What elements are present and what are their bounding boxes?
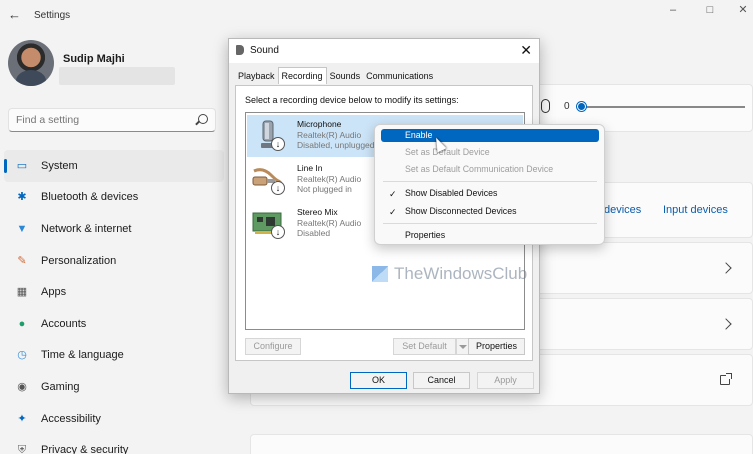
tab-communications[interactable]: Communications [363,69,436,84]
volume-level: 0 [564,101,570,112]
sidebar-item-accessibility[interactable]: ✦ Accessibility [0,403,225,435]
avatar[interactable] [8,40,54,86]
ok-button[interactable]: OK [350,372,407,389]
settings-titlebar: ← Settings – □ ✕ [0,0,753,32]
down-arrow-icon: ↓ [271,137,285,151]
tab-playback[interactable]: Playback [235,69,278,84]
checkmark-icon: ✓ [389,207,397,217]
menu-separator [383,223,597,224]
search-icon[interactable] [198,114,208,124]
sidebar-item-apps[interactable]: ▦ Apps [0,276,225,308]
checkmark-icon: ✓ [389,189,397,199]
cancel-button[interactable]: Cancel [413,372,470,389]
menu-item-show-disabled[interactable]: ✓ Show Disabled Devices [381,187,599,200]
dialog-title: Sound [250,45,279,56]
output-devices-link[interactable]: devices [604,204,641,216]
sidebar-item-system[interactable]: ▭ System [4,150,224,182]
search-input[interactable] [9,109,189,131]
sidebar-item-personalization[interactable]: ✎ Personalization [0,245,225,277]
gamepad-icon: ◉ [17,380,27,393]
device-name: Line In [297,163,323,173]
device-status: Disabled [297,228,331,238]
watermark-text: TheWindowsClub [394,264,528,283]
setting-row-card[interactable] [250,434,753,454]
apps-icon: ▦ [16,286,28,299]
sidebar-item-privacy[interactable]: ⛨ Privacy & security [0,434,225,454]
tab-recording[interactable]: Recording [277,67,327,84]
speaker-icon [236,45,244,55]
sidebar-item-label: Accounts [41,317,87,330]
thewindowsclub-logo-icon [372,266,388,282]
sidebar-nav: ▭ System ✱ Bluetooth & devices ▼ Network… [0,150,225,454]
menu-item-show-disconnected[interactable]: ✓ Show Disconnected Devices [381,205,599,218]
tab-sounds[interactable]: Sounds [327,69,364,84]
menu-item-set-default-communication[interactable]: Set as Default Communication Device [381,163,599,176]
menu-item-label: Show Disconnected Devices [405,206,517,216]
person-icon: ● [18,317,26,330]
device-driver: Realtek(R) Audio [297,217,362,228]
set-default-button[interactable]: Set Default [393,338,456,355]
wifi-icon: ▼ [16,222,28,235]
menu-item-set-default-device[interactable]: Set as Default Device [381,146,599,159]
sidebar-item-label: Gaming [41,380,80,393]
search-box[interactable] [8,108,216,132]
device-status: Disabled, unplugged [297,140,375,150]
sidebar-item-label: Personalization [41,254,117,267]
device-status: Not plugged in [297,184,352,194]
dialog-tabs: Playback Recording Sounds Communications [235,67,436,85]
properties-button[interactable]: Properties [468,338,525,355]
device-driver: Realtek(R) Audio [297,173,362,184]
menu-separator [383,181,597,182]
sidebar-item-label: System [41,159,78,172]
sidebar-item-bluetooth[interactable]: ✱ Bluetooth & devices [0,182,225,214]
sidebar-item-label: Network & internet [41,222,132,235]
sidebar-item-accounts[interactable]: ● Accounts [0,308,225,340]
down-arrow-icon: ↓ [271,225,285,239]
sidebar-item-time-language[interactable]: ◷ Time & language [0,340,225,372]
maximize-icon[interactable]: □ [703,3,717,17]
sidebar-item-label: Time & language [41,349,124,362]
menu-item-enable[interactable]: Enable [381,129,599,142]
dialog-titlebar: Sound ✕ [229,39,539,63]
apply-button[interactable]: Apply [477,372,534,389]
configure-button[interactable]: Configure [245,338,301,355]
volume-slider-track[interactable] [580,106,745,108]
app-title: Settings [34,10,71,21]
sidebar-item-network[interactable]: ▼ Network & internet [0,213,225,245]
device-name: Microphone [297,119,342,129]
device-name: Stereo Mix [297,207,338,217]
globe-clock-icon: ◷ [17,349,27,362]
dialog-close-icon[interactable]: ✕ [520,42,532,58]
volume-slider-thumb[interactable] [577,102,586,111]
brush-icon: ✎ [17,254,27,267]
close-icon[interactable]: ✕ [736,3,750,17]
back-arrow-icon[interactable]: ← [8,8,22,22]
user-name: Sudip Majhi [63,53,125,65]
microphone-icon [541,99,550,113]
minimize-icon[interactable]: – [666,3,680,17]
accessibility-icon: ✦ [17,412,27,425]
sidebar-item-label: Bluetooth & devices [41,191,139,204]
menu-item-label: Show Disabled Devices [405,188,498,198]
bluetooth-icon: ✱ [17,191,27,204]
sidebar-item-label: Apps [41,286,67,299]
device-context-menu: Enable Set as Default Device Set as Defa… [374,124,605,245]
device-driver: Realtek(R) Audio [297,129,362,140]
menu-item-properties[interactable]: Properties [381,229,599,242]
down-arrow-icon: ↓ [271,181,285,195]
sidebar-item-label: Accessibility [41,412,101,425]
watermark: TheWindowsClub [372,264,527,284]
input-devices-link[interactable]: Input devices [663,204,728,216]
sidebar-item-gaming[interactable]: ◉ Gaming [0,371,225,403]
instruction-text: Select a recording device below to modif… [245,95,459,105]
external-link-icon[interactable] [720,373,732,385]
user-email-redacted [59,67,175,85]
monitor-icon: ▭ [16,159,28,172]
sidebar-item-label: Privacy & security [41,444,129,454]
shield-icon: ⛨ [17,444,27,454]
